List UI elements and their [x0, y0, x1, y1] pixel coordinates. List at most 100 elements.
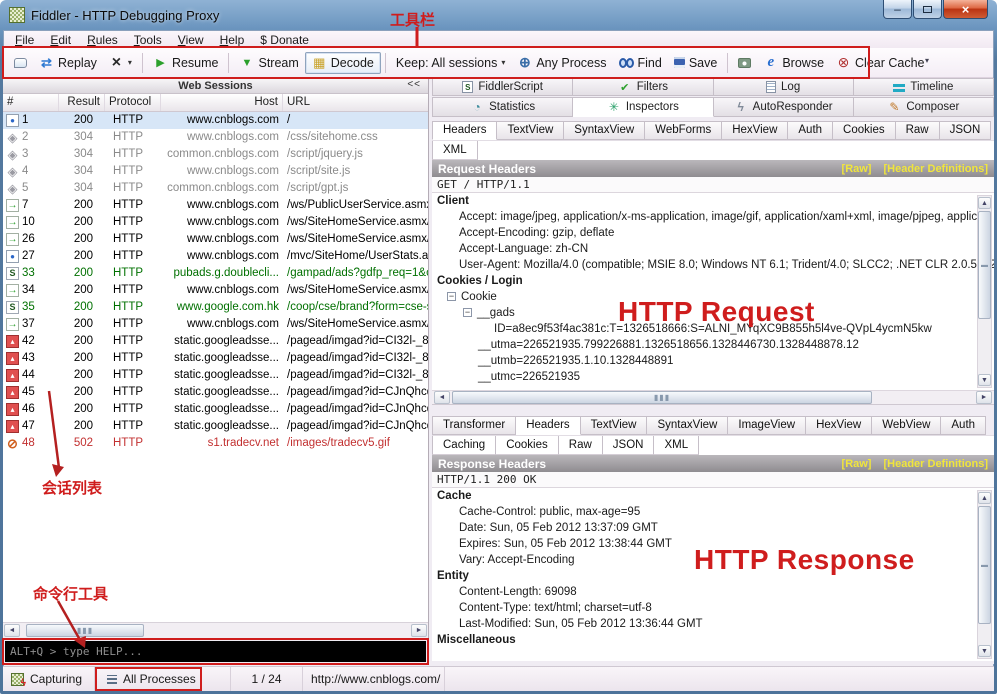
request-tab-hexview[interactable]: HexView — [722, 121, 788, 140]
request-raw-link[interactable]: [Raw] — [842, 163, 872, 175]
request-vertical-scrollbar[interactable]: ▲ ▬ ▼ — [977, 195, 992, 388]
session-horizontal-scrollbar[interactable]: ◄ ▮▮▮ ► — [3, 622, 428, 638]
stream-button[interactable]: Stream — [233, 53, 304, 73]
decode-button[interactable]: Decode — [305, 52, 381, 74]
request-horizontal-scrollbar[interactable]: ◄ ▮▮▮ ► — [432, 390, 994, 405]
scroll-down-icon[interactable]: ▼ — [978, 645, 991, 657]
response-vertical-scrollbar[interactable]: ▲ ▬ ▼ — [977, 490, 992, 659]
column-header-protocol[interactable]: Protocol — [105, 94, 161, 111]
camera-button[interactable] — [732, 55, 757, 71]
response-tab-textview[interactable]: TextView — [581, 416, 648, 435]
keep-all-sessions-button[interactable]: Keep: All sessions▾ — [390, 53, 511, 73]
collapse-expander-icon[interactable]: − — [463, 308, 472, 317]
tab-log[interactable]: Log — [714, 78, 854, 96]
column-header-url[interactable]: URL — [283, 94, 428, 111]
request-tab-headers[interactable]: Headers — [432, 121, 497, 140]
collapse-expander-icon[interactable]: − — [447, 292, 456, 301]
menu-item-rules[interactable]: Rules — [79, 32, 126, 48]
tab-timeline[interactable]: Timeline — [854, 78, 994, 96]
browse-button[interactable]: Browse — [757, 53, 830, 73]
scroll-down-icon[interactable]: ▼ — [978, 374, 991, 386]
session-row[interactable]: 2304HTTPwww.cnblogs.com/css/sitehome.css — [3, 129, 428, 146]
menu-item-donate[interactable]: $ Donate — [252, 32, 317, 48]
tab-composer[interactable]: Composer — [854, 97, 994, 117]
clear-cache-button[interactable]: Clear Cache — [830, 53, 930, 73]
menu-item-file[interactable]: File — [7, 32, 42, 48]
collapse-pane-button[interactable]: << — [407, 79, 421, 90]
response-tab-imageview[interactable]: ImageView — [728, 416, 806, 435]
capturing-indicator[interactable]: Capturing — [3, 667, 95, 691]
response-tab-caching[interactable]: Caching — [432, 436, 496, 455]
session-row[interactable]: 44200HTTPstatic.googleadsse.../pagead/im… — [3, 367, 428, 384]
request-tab-cookies[interactable]: Cookies — [833, 121, 896, 140]
session-row[interactable]: 37200HTTPwww.cnblogs.com/ws/SiteHomeServ… — [3, 316, 428, 333]
response-header-definitions-link[interactable]: [Header Definitions] — [883, 458, 988, 470]
session-row[interactable]: 33200HTTPpubads.g.doublecli.../gampad/ad… — [3, 265, 428, 282]
request-tab-raw[interactable]: Raw — [896, 121, 940, 140]
scrollbar-thumb[interactable]: ▬ — [978, 211, 991, 319]
menu-item-tools[interactable]: Tools — [126, 32, 170, 48]
quickexec-input[interactable]: ALT+Q > type HELP... — [5, 641, 426, 662]
session-row[interactable]: 34200HTTPwww.cnblogs.com/ws/SiteHomeServ… — [3, 282, 428, 299]
session-row[interactable]: 26200HTTPwww.cnblogs.com/ws/SiteHomeServ… — [3, 231, 428, 248]
session-row[interactable]: 46200HTTPstatic.googleadsse.../pagead/im… — [3, 401, 428, 418]
scroll-left-icon[interactable]: ◄ — [434, 391, 450, 404]
tab-statistics[interactable]: Statistics — [432, 97, 573, 117]
response-tab-raw[interactable]: Raw — [559, 436, 603, 455]
response-tab-xml[interactable]: XML — [654, 436, 699, 455]
response-tab-webview[interactable]: WebView — [872, 416, 941, 435]
session-row[interactable]: 42200HTTPstatic.googleadsse.../pagead/im… — [3, 333, 428, 350]
replay-button[interactable]: Replay — [33, 53, 103, 73]
delete-button[interactable]: ▾ — [103, 53, 138, 73]
session-row[interactable]: 45200HTTPstatic.googleadsse.../pagead/im… — [3, 384, 428, 401]
scroll-up-icon[interactable]: ▲ — [978, 197, 991, 209]
toolbar-overflow-button[interactable]: ▾ — [925, 56, 929, 65]
scrollbar-thumb[interactable]: ▬ — [978, 506, 991, 624]
request-tab-xml[interactable]: XML — [432, 141, 478, 160]
resume-button[interactable]: Resume — [147, 53, 225, 73]
scroll-up-icon[interactable]: ▲ — [978, 492, 991, 504]
tab-autoresponder[interactable]: AutoResponder — [714, 97, 854, 117]
scrollbar-thumb[interactable]: ▮▮▮ — [452, 391, 872, 404]
session-row[interactable]: 4304HTTPwww.cnblogs.com/script/site.js — [3, 163, 428, 180]
session-row[interactable]: 3304HTTPcommon.cnblogs.com/script/jquery… — [3, 146, 428, 163]
response-tab-cookies[interactable]: Cookies — [496, 436, 559, 455]
session-row[interactable]: 1200HTTPwww.cnblogs.com/ — [3, 112, 428, 129]
session-row[interactable]: 47200HTTPstatic.googleadsse.../pagead/im… — [3, 418, 428, 435]
response-tab-auth[interactable]: Auth — [941, 416, 986, 435]
response-tab-json[interactable]: JSON — [603, 436, 655, 455]
session-row[interactable]: 5304HTTPcommon.cnblogs.com/script/gpt.js — [3, 180, 428, 197]
column-header-result[interactable]: Result — [59, 94, 105, 111]
response-tab-syntaxview[interactable]: SyntaxView — [647, 416, 728, 435]
comment-button[interactable] — [8, 55, 33, 71]
menu-item-help[interactable]: Help — [212, 32, 253, 48]
title-bar[interactable]: Fiddler - HTTP Debugging Proxy — [0, 0, 997, 30]
request-tab-webforms[interactable]: WebForms — [645, 121, 722, 140]
response-raw-link[interactable]: [Raw] — [842, 458, 872, 470]
session-row[interactable]: 43200HTTPstatic.googleadsse.../pagead/im… — [3, 350, 428, 367]
response-tab-transformer[interactable]: Transformer — [432, 416, 516, 435]
process-filter[interactable]: All Processes — [95, 667, 231, 691]
session-row[interactable]: 27200HTTPwww.cnblogs.com/mvc/SiteHome/Us… — [3, 248, 428, 265]
menu-item-view[interactable]: View — [170, 32, 212, 48]
column-header-num[interactable]: # — [3, 94, 59, 111]
session-row[interactable]: 35200HTTPwww.google.com.hk/coop/cse/bran… — [3, 299, 428, 316]
response-tab-headers[interactable]: Headers — [516, 416, 580, 435]
request-tab-syntaxview[interactable]: SyntaxView — [564, 121, 645, 140]
session-row[interactable]: 10200HTTPwww.cnblogs.com/ws/SiteHomeServ… — [3, 214, 428, 231]
response-tab-hexview[interactable]: HexView — [806, 416, 872, 435]
scroll-left-icon[interactable]: ◄ — [4, 624, 20, 637]
scrollbar-thumb[interactable]: ▮▮▮ — [26, 624, 144, 637]
request-tab-textview[interactable]: TextView — [497, 121, 564, 140]
request-response-splitter[interactable] — [432, 405, 994, 413]
save-button[interactable]: Save — [668, 53, 724, 73]
column-header-host[interactable]: Host — [161, 94, 283, 111]
request-tab-auth[interactable]: Auth — [788, 121, 833, 140]
session-row[interactable]: 48502HTTPs1.tradecv.net/images/tradecv5.… — [3, 435, 428, 452]
tab-fiddlerscript[interactable]: FiddlerScript — [432, 78, 573, 96]
request-header-definitions-link[interactable]: [Header Definitions] — [883, 163, 988, 175]
menu-item-edit[interactable]: Edit — [42, 32, 79, 48]
scroll-right-icon[interactable]: ► — [411, 624, 427, 637]
scroll-right-icon[interactable]: ► — [976, 391, 992, 404]
session-row[interactable]: 7200HTTPwww.cnblogs.com/ws/PublicUserSer… — [3, 197, 428, 214]
